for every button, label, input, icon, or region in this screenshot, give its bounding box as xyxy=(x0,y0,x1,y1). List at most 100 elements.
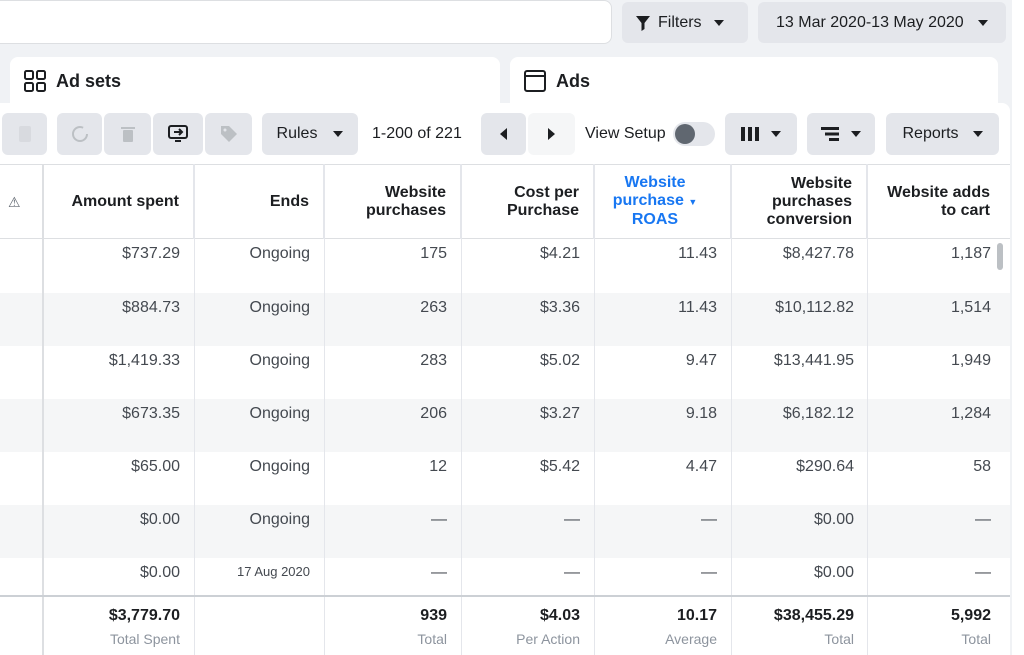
filters-button[interactable]: Filters xyxy=(622,2,748,43)
prev-page-button[interactable] xyxy=(481,113,526,155)
cost-per-purchase-cell: $4.21 xyxy=(539,245,580,262)
header-label: Ends xyxy=(269,192,309,210)
total-conversion-value: $38,455.29 xyxy=(773,607,854,624)
ab-test-button[interactable] xyxy=(153,113,203,155)
total-conversion-label: Total xyxy=(824,631,854,647)
sort-caret-icon: ▼ xyxy=(688,197,698,207)
conversion-value-cell: $13,441.95 xyxy=(773,352,854,369)
warning-icon: ⚠ xyxy=(8,194,21,210)
breakdown-button[interactable] xyxy=(807,113,875,155)
conversion-value-cell: $10,112.82 xyxy=(775,299,854,316)
column-divider xyxy=(194,597,195,655)
filter-icon xyxy=(636,15,650,31)
roas-cell: 9.18 xyxy=(685,405,717,422)
header-label: ROAS xyxy=(631,211,679,228)
cost-per-purchase-cell: $3.27 xyxy=(539,405,580,422)
total-roas: 10.17 xyxy=(676,607,717,624)
cost-per-purchase-cell: $3.36 xyxy=(539,299,580,316)
header-label: purchase xyxy=(612,192,684,209)
roas-cell: 9.47 xyxy=(685,352,717,369)
grid-icon xyxy=(24,70,46,92)
ends-cell: Ongoing xyxy=(249,458,311,475)
refresh-button[interactable] xyxy=(57,113,102,155)
header-label: Website xyxy=(624,174,686,191)
ab-test-icon xyxy=(168,125,188,142)
roas-cell: 11.43 xyxy=(678,299,717,316)
purchases-cell: 175 xyxy=(420,245,447,262)
header-label: Amount spent xyxy=(71,192,179,210)
next-page-button[interactable] xyxy=(528,113,575,155)
conversion-value-cell: $6,182.12 xyxy=(782,405,854,422)
rules-button[interactable]: Rules xyxy=(262,113,358,155)
amount-spent-cell: $0.00 xyxy=(139,511,180,528)
header-label: purchases xyxy=(365,201,446,219)
purchases-cell: 263 xyxy=(420,299,447,316)
cost-per-purchase-cell: $5.42 xyxy=(539,458,580,475)
col-header-adds-to-cart[interactable]: Website adds to cart xyxy=(867,164,1004,239)
col-header-amount-spent[interactable]: Amount spent xyxy=(44,164,194,239)
breakdown-icon xyxy=(821,127,839,141)
chevron-down-icon xyxy=(977,19,988,26)
col-header-cost-per-purchase[interactable]: Cost per Purchase xyxy=(461,164,594,239)
ends-cell: 17 Aug 2020 xyxy=(236,564,310,579)
adds-to-cart-cell: 58 xyxy=(973,458,991,475)
adds-to-cart-cell: 1,514 xyxy=(950,299,991,316)
ends-cell: Ongoing xyxy=(249,405,311,422)
adds-to-cart-cell: — xyxy=(975,511,991,528)
vertical-scrollbar-thumb[interactable] xyxy=(997,243,1003,270)
conversion-value-cell: $0.00 xyxy=(813,564,854,581)
columns-button[interactable] xyxy=(725,113,797,155)
total-cpp-label: Per Action xyxy=(516,631,580,647)
cost-per-purchase-cell: — xyxy=(564,511,580,528)
col-header-ends[interactable]: Ends xyxy=(194,164,324,239)
search-input[interactable] xyxy=(0,0,612,44)
total-purchases: 939 xyxy=(420,607,447,624)
delete-button[interactable] xyxy=(104,113,151,155)
purchases-cell: — xyxy=(431,564,447,581)
amount-spent-cell: $1,419.33 xyxy=(108,352,180,369)
tag-icon xyxy=(220,126,237,142)
tab-ads-label: Ads xyxy=(556,70,591,91)
header-label: to cart xyxy=(941,201,990,219)
tab-ad-sets[interactable]: Ad sets xyxy=(10,57,500,105)
date-range-picker[interactable]: 13 Mar 2020-13 May 2020 xyxy=(758,2,1006,43)
total-amount-label: Total Spent xyxy=(109,631,180,647)
reports-button[interactable]: Reports xyxy=(886,113,999,155)
amount-spent-cell: $65.00 xyxy=(131,458,180,475)
col-header-purchases-conversion[interactable]: Website purchases conversion xyxy=(731,164,867,239)
pagination-range: 1-200 of 221 xyxy=(372,125,462,142)
adds-to-cart-cell: 1,187 xyxy=(950,245,991,262)
caret-left-icon xyxy=(500,128,507,140)
tab-ads[interactable]: Ads xyxy=(510,57,998,105)
adds-to-cart-cell: — xyxy=(975,564,991,581)
refresh-icon xyxy=(71,126,88,142)
adds-to-cart-cell: 1,949 xyxy=(950,352,991,369)
amount-spent-cell: $0.00 xyxy=(139,564,180,581)
total-amount-spent: $3,779.70 xyxy=(108,607,180,624)
purchases-cell: 12 xyxy=(429,458,447,475)
duplicate-button[interactable] xyxy=(2,113,47,155)
chevron-down-icon xyxy=(333,131,344,137)
view-setup-label: View Setup xyxy=(585,125,666,142)
tag-button[interactable] xyxy=(205,113,252,155)
conversion-value-cell: $8,427.78 xyxy=(782,245,854,262)
purchases-cell: 206 xyxy=(420,405,447,422)
roas-cell: 4.47 xyxy=(685,458,717,475)
total-adds-label: Total xyxy=(961,631,991,647)
amount-spent-cell: $673.35 xyxy=(122,405,180,422)
adds-to-cart-cell: 1,284 xyxy=(950,405,991,422)
amount-spent-cell: $737.29 xyxy=(122,245,180,262)
ends-cell: Ongoing xyxy=(249,511,311,528)
tab-ad-sets-label: Ad sets xyxy=(56,70,122,91)
col-header-roas-sorted[interactable]: Website purchase ▼ ROAS xyxy=(594,164,731,239)
roas-cell: — xyxy=(701,564,717,581)
columns-icon xyxy=(741,127,759,141)
total-adds-to-cart: 5,992 xyxy=(950,607,991,624)
header-label: Website xyxy=(790,174,852,192)
reports-label: Reports xyxy=(902,125,959,142)
total-roas-label: Average xyxy=(665,631,717,647)
ends-cell: Ongoing xyxy=(249,299,311,316)
ends-cell: Ongoing xyxy=(249,352,311,369)
header-label: Website xyxy=(384,183,446,201)
col-header-website-purchases[interactable]: Website purchases xyxy=(324,164,461,239)
